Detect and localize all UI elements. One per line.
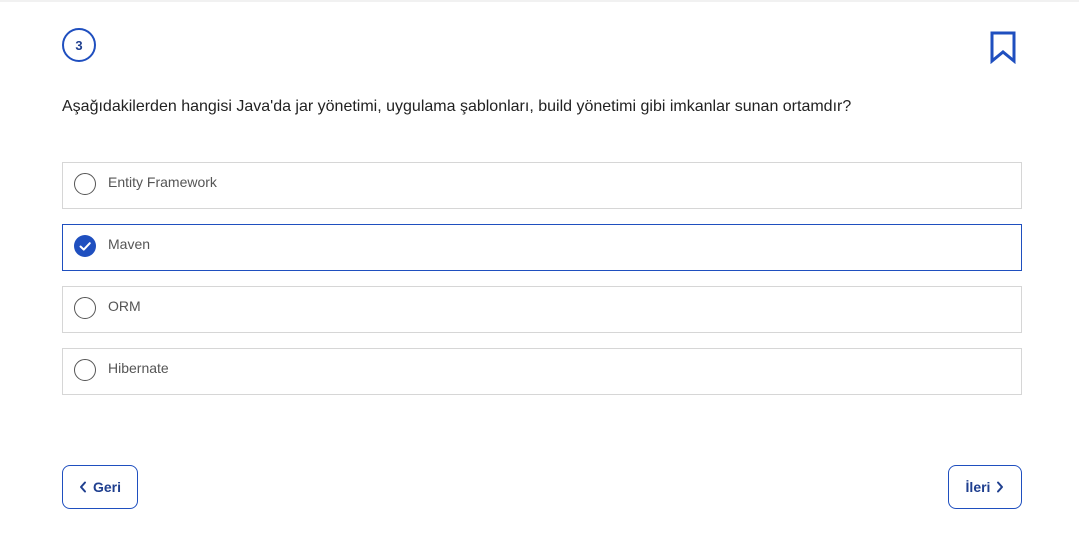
radio-unchecked-icon[interactable] bbox=[74, 359, 96, 381]
chevron-left-icon bbox=[79, 481, 86, 493]
radio-unchecked-icon[interactable] bbox=[74, 173, 96, 195]
next-button[interactable]: İleri bbox=[948, 465, 1022, 509]
back-button-label: Geri bbox=[92, 479, 121, 495]
answer-options: Entity Framework Maven ORM Hibernate bbox=[62, 162, 1022, 410]
option-orm[interactable]: ORM bbox=[62, 286, 1022, 333]
back-button[interactable]: Geri bbox=[62, 465, 138, 509]
radio-checked-icon[interactable] bbox=[74, 235, 96, 257]
question-number-badge: 3 bbox=[62, 28, 96, 62]
option-label: ORM bbox=[108, 298, 141, 314]
option-hibernate[interactable]: Hibernate bbox=[62, 348, 1022, 395]
option-label: Hibernate bbox=[108, 360, 169, 376]
question-text: Aşağıdakilerden hangisi Java'da jar yöne… bbox=[62, 98, 852, 115]
option-label: Maven bbox=[108, 236, 151, 252]
option-maven[interactable]: Maven bbox=[62, 224, 1022, 271]
radio-unchecked-icon[interactable] bbox=[74, 297, 96, 319]
next-button-label: İleri bbox=[965, 479, 991, 495]
bookmark-icon[interactable] bbox=[988, 30, 1018, 65]
option-entity-framework[interactable]: Entity Framework bbox=[62, 162, 1022, 209]
option-label: Entity Framework bbox=[108, 174, 217, 190]
question-number: 3 bbox=[75, 37, 83, 53]
chevron-right-icon bbox=[997, 481, 1004, 493]
quiz-page: 3 Aşağıdakilerden hangisi Java'da jar yö… bbox=[0, 0, 1079, 541]
